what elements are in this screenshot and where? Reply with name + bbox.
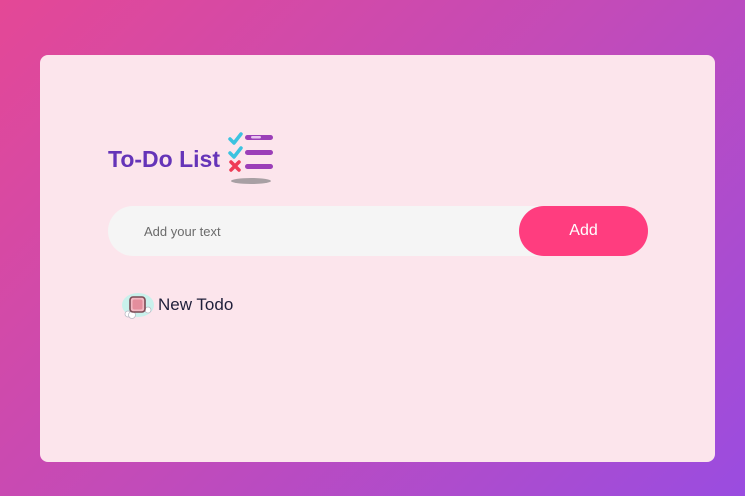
todo-item-text: New Todo: [158, 295, 234, 314]
list-item[interactable]: New Todo: [120, 290, 233, 320]
add-button[interactable]: Add: [519, 206, 648, 256]
add-todo-bar: Add: [108, 206, 648, 256]
todo-card: To-Do List Add your text Add New Todo: [40, 55, 715, 462]
unchecked-checkbox-icon[interactable]: [120, 290, 156, 320]
todo-list: New Todo: [120, 290, 233, 320]
page-title: To-Do List: [108, 145, 220, 172]
todo-text-input[interactable]: [144, 206, 504, 256]
checklist-icon: [228, 132, 273, 184]
header: To-Do List: [108, 132, 276, 185]
